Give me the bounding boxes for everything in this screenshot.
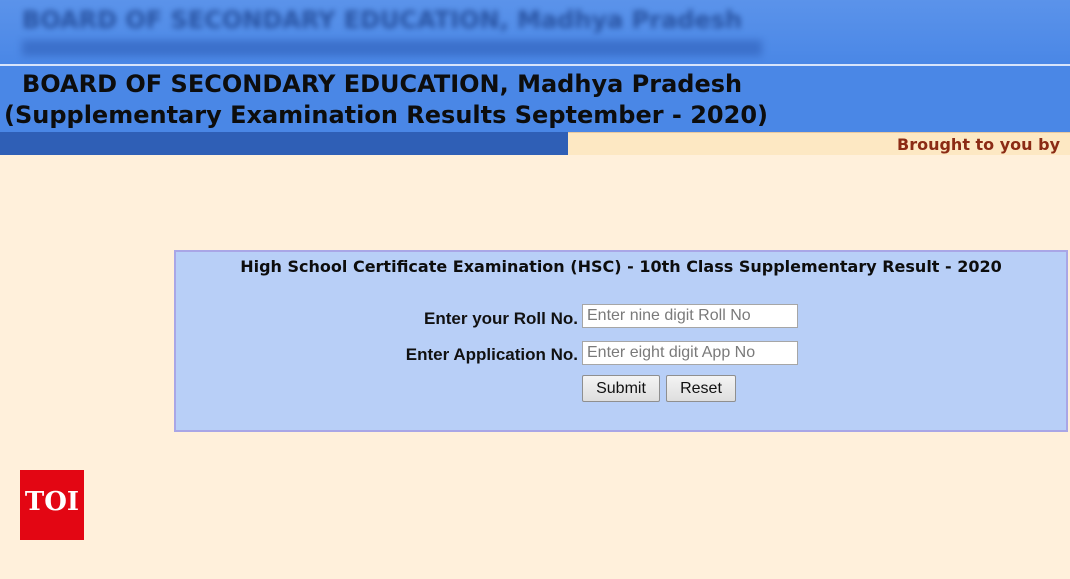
strip-blue-section <box>0 132 568 155</box>
form-title: High School Certificate Examination (HSC… <box>240 257 1002 276</box>
page-subtitle: (Supplementary Examination Results Septe… <box>4 101 768 129</box>
application-number-input[interactable] <box>582 341 798 365</box>
application-number-label: Enter Application No. <box>405 345 578 364</box>
marquee-bar: Brought to you by <box>568 132 1070 155</box>
page-header: BOARD OF SECONDARY EDUCATION, Madhya Pra… <box>0 66 1070 132</box>
blurred-banner-line <box>22 40 762 56</box>
toi-logo: TOI <box>20 470 84 540</box>
roll-number-input[interactable] <box>582 304 798 328</box>
roll-number-label: Enter your Roll No. <box>424 309 578 328</box>
header-strip: Brought to you by <box>0 132 1070 155</box>
reset-button[interactable]: Reset <box>666 375 736 402</box>
blurred-top-banner: BOARD OF SECONDARY EDUCATION, Madhya Pra… <box>0 0 1070 64</box>
blurred-banner-text: BOARD OF SECONDARY EDUCATION, Madhya Pra… <box>22 6 743 34</box>
result-form-panel: High School Certificate Examination (HSC… <box>174 250 1068 432</box>
page-title: BOARD OF SECONDARY EDUCATION, Madhya Pra… <box>22 70 743 98</box>
marquee-text: Brought to you by <box>897 135 1061 154</box>
submit-button[interactable]: Submit <box>582 375 660 402</box>
